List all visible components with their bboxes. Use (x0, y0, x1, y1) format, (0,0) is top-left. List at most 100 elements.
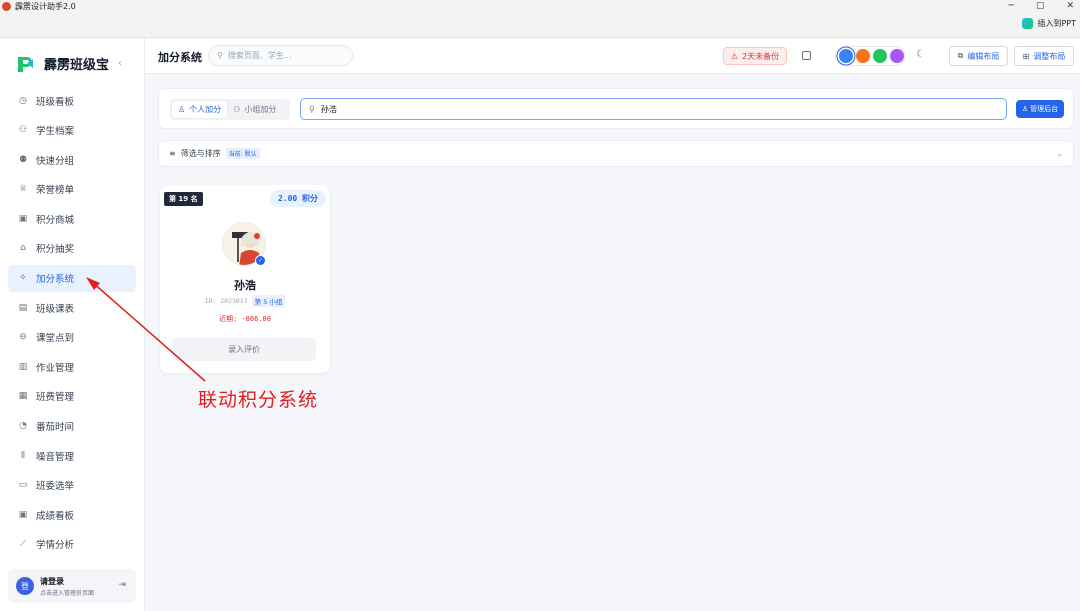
tab-individual[interactable]: ♙ 个人加分 (172, 101, 228, 118)
window-titlebar: 霹雳设计助手2.0 ─ ▢ ✕ (0, 0, 1080, 12)
search-placeholder: 搜索页面、学生... (227, 51, 292, 60)
toolbar-card: ♙ 个人加分 ⚇ 小组加分 ⚲ 孙浩 ♙ 管理后台 (158, 88, 1074, 129)
logout-icon[interactable]: ⇥ (118, 580, 126, 590)
verified-icon: ✓ (255, 255, 266, 266)
edit-layout-button[interactable]: ⧉ 编辑布局 (949, 46, 1008, 66)
sidebar-item-8[interactable]: ⊖ 课堂点到 (8, 324, 136, 351)
sidebar-item-icon: ▤ (18, 302, 28, 313)
student-search-value: 孙浩 (320, 104, 337, 114)
sidebar-item-11[interactable]: ◔ 番茄时间 (8, 413, 136, 440)
window-controls: ─ ▢ ✕ (1009, 0, 1074, 12)
filter-label: 筛选与排序 (180, 149, 221, 158)
topbar: 加分系统 ⚲ 搜索页面、学生... ⚠ 2天未备份 ☾ ⧉ 编辑布局 ⊞ 调整布… (145, 38, 1080, 74)
maximize-button[interactable]: ▢ (1036, 0, 1045, 12)
theme-color-dot[interactable] (856, 49, 870, 63)
backup-warning-badge[interactable]: ⚠ 2天未备份 (723, 47, 787, 65)
sidebar-item-label: 快速分组 (36, 155, 75, 167)
tab-group[interactable]: ⚇ 小组加分 (227, 101, 282, 118)
sidebar-item-icon: ⌂ (20, 243, 26, 254)
brand-name: 霹雳班级宝 (44, 58, 110, 73)
login-box[interactable]: 登 请登录 点击进入管理员页面 ⇥ (8, 569, 136, 603)
score-badge: 2.00 积分 (270, 190, 326, 207)
sidebar-item-6[interactable]: ✧ 加分系统 (8, 264, 136, 292)
sidebar-item-icon: ⟋ (19, 539, 27, 550)
theme-color-dot[interactable] (890, 49, 904, 63)
tab-icon: ⚇ (233, 105, 241, 114)
sidebar-item-label: 荣誉榜单 (36, 185, 75, 197)
student-card[interactable]: 第 19 名 2.00 积分 ✓ 孙浩 ID: 2023017 第 5 小组 近… (160, 185, 330, 373)
sidebar-item-2[interactable]: ⚉ 快速分组 (8, 146, 136, 173)
score-mode-tabs: ♙ 个人加分 ⚇ 小组加分 (170, 99, 290, 120)
sidebar-item-3[interactable]: ♕ 荣誉榜单 (8, 176, 136, 203)
tab-icon: ♙ (178, 105, 186, 114)
group-tag: 第 5 小组 (251, 295, 286, 307)
adjust-layout-button[interactable]: ⊞ 调整布局 (1014, 46, 1074, 66)
sidebar-item-10[interactable]: ▦ 班费管理 (8, 383, 136, 410)
sidebar-item-1[interactable]: ⚇ 学生档案 (8, 117, 136, 144)
login-title: 请登录 (40, 576, 64, 586)
edit-layout-label: 编辑布局 (967, 51, 1000, 61)
sidebar-item-icon: ⊖ (19, 332, 27, 343)
admin-button[interactable]: ♙ 管理后台 (1016, 100, 1064, 118)
sidebar-item-7[interactable]: ▤ 班级课表 (8, 294, 136, 321)
search-icon: ⚲ (309, 104, 315, 114)
sidebar-item-label: 班费管理 (36, 392, 75, 404)
close-button[interactable]: ✕ (1066, 0, 1074, 12)
app-icon (2, 1, 11, 11)
avatar: 登 (16, 577, 34, 595)
student-id: ID: 2023017 (204, 297, 248, 305)
tab-label: 小组加分 (244, 105, 277, 114)
annotation-label: 联动积分系统 (198, 389, 319, 411)
student-search-input[interactable]: ⚲ 孙浩 (300, 98, 1007, 120)
sidebar-item-5[interactable]: ⌂ 积分抽奖 (8, 235, 136, 262)
sidebar-item-15[interactable]: ⟋ 学情分析 (8, 531, 136, 558)
record-evaluation-button[interactable]: 录入评价 (172, 338, 316, 361)
ppt-logo-icon (1022, 18, 1034, 29)
brand-logo-icon (18, 56, 33, 72)
window-title: 霹雳设计助手2.0 (15, 1, 76, 11)
sidebar-item-icon: ⚉ (18, 154, 28, 165)
student-name: 孙浩 (234, 279, 256, 292)
sidebar-item-icon: ♕ (18, 184, 28, 195)
sidebar-item-label: 加分系统 (36, 274, 75, 286)
sidebar-item-icon: ▥ (18, 361, 28, 372)
rank-badge: 第 19 名 (164, 192, 203, 206)
insert-ppt-button[interactable]: 插入到PPT (1022, 18, 1076, 29)
panel-toggle-icon[interactable] (802, 51, 811, 60)
admin-button-label: 管理后台 (1030, 105, 1059, 113)
sidebar: 霹雳班级宝 ‹ ◷ 班级看板 ⚇ 学生档案 ⚉ 快速分组 ♕ 荣誉榜单 ▣ 积分商城 ⌂ 积分抽奖 ✧ 加… (0, 38, 145, 611)
sidebar-item-12[interactable]: ⦀ 噪音管理 (8, 442, 136, 469)
search-icon: ⚲ (217, 51, 223, 60)
student-meta: ID: 2023017 第 5 小组 (160, 295, 330, 307)
sidebar-item-label: 番茄时间 (36, 422, 75, 434)
login-text: 请登录 点击进入管理员页面 (40, 576, 94, 597)
sidebar-item-icon: ▦ (18, 391, 28, 402)
sidebar-item-9[interactable]: ▥ 作业管理 (8, 353, 136, 380)
sidebar-item-label: 班级看板 (36, 96, 75, 108)
insert-ppt-label: 插入到PPT (1037, 19, 1076, 28)
sidebar-item-4[interactable]: ▣ 积分商城 (8, 205, 136, 232)
sidebar-item-0[interactable]: ◷ 班级看板 (8, 87, 136, 114)
minimize-button[interactable]: ─ (1009, 0, 1014, 12)
sidebar-item-label: 学生档案 (36, 126, 75, 138)
filter-sort-bar[interactable]: ≡ 筛选与排序 当前: 默认 ⌄ (158, 140, 1074, 167)
sidebar-item-icon: ◔ (19, 421, 27, 432)
sidebar-item-label: 班级课表 (36, 303, 75, 315)
page-search-input[interactable]: ⚲ 搜索页面、学生... (208, 45, 353, 66)
collapse-sidebar-icon[interactable]: ‹ (118, 58, 122, 69)
page-title: 加分系统 (158, 51, 202, 64)
sidebar-item-label: 积分抽奖 (36, 244, 75, 256)
sidebar-item-13[interactable]: ▭ 班委选举 (8, 472, 136, 499)
sidebar-item-14[interactable]: ▣ 成绩看板 (8, 501, 136, 528)
filter-icon: ≡ (169, 149, 176, 158)
sidebar-item-icon: ▣ (18, 213, 28, 224)
recent-score: 近期: -866.00 (219, 315, 271, 323)
adjust-layout-label: 调整布局 (1033, 51, 1066, 61)
theme-color-dot[interactable] (839, 49, 853, 63)
theme-color-dot[interactable] (873, 49, 887, 63)
dark-mode-icon[interactable]: ☾ (916, 49, 925, 60)
sidebar-item-icon: ◷ (19, 95, 27, 106)
sidebar-item-label: 作业管理 (36, 362, 75, 374)
chevron-down-icon: ⌄ (1056, 149, 1063, 158)
brand: 霹雳班级宝 (16, 54, 109, 73)
